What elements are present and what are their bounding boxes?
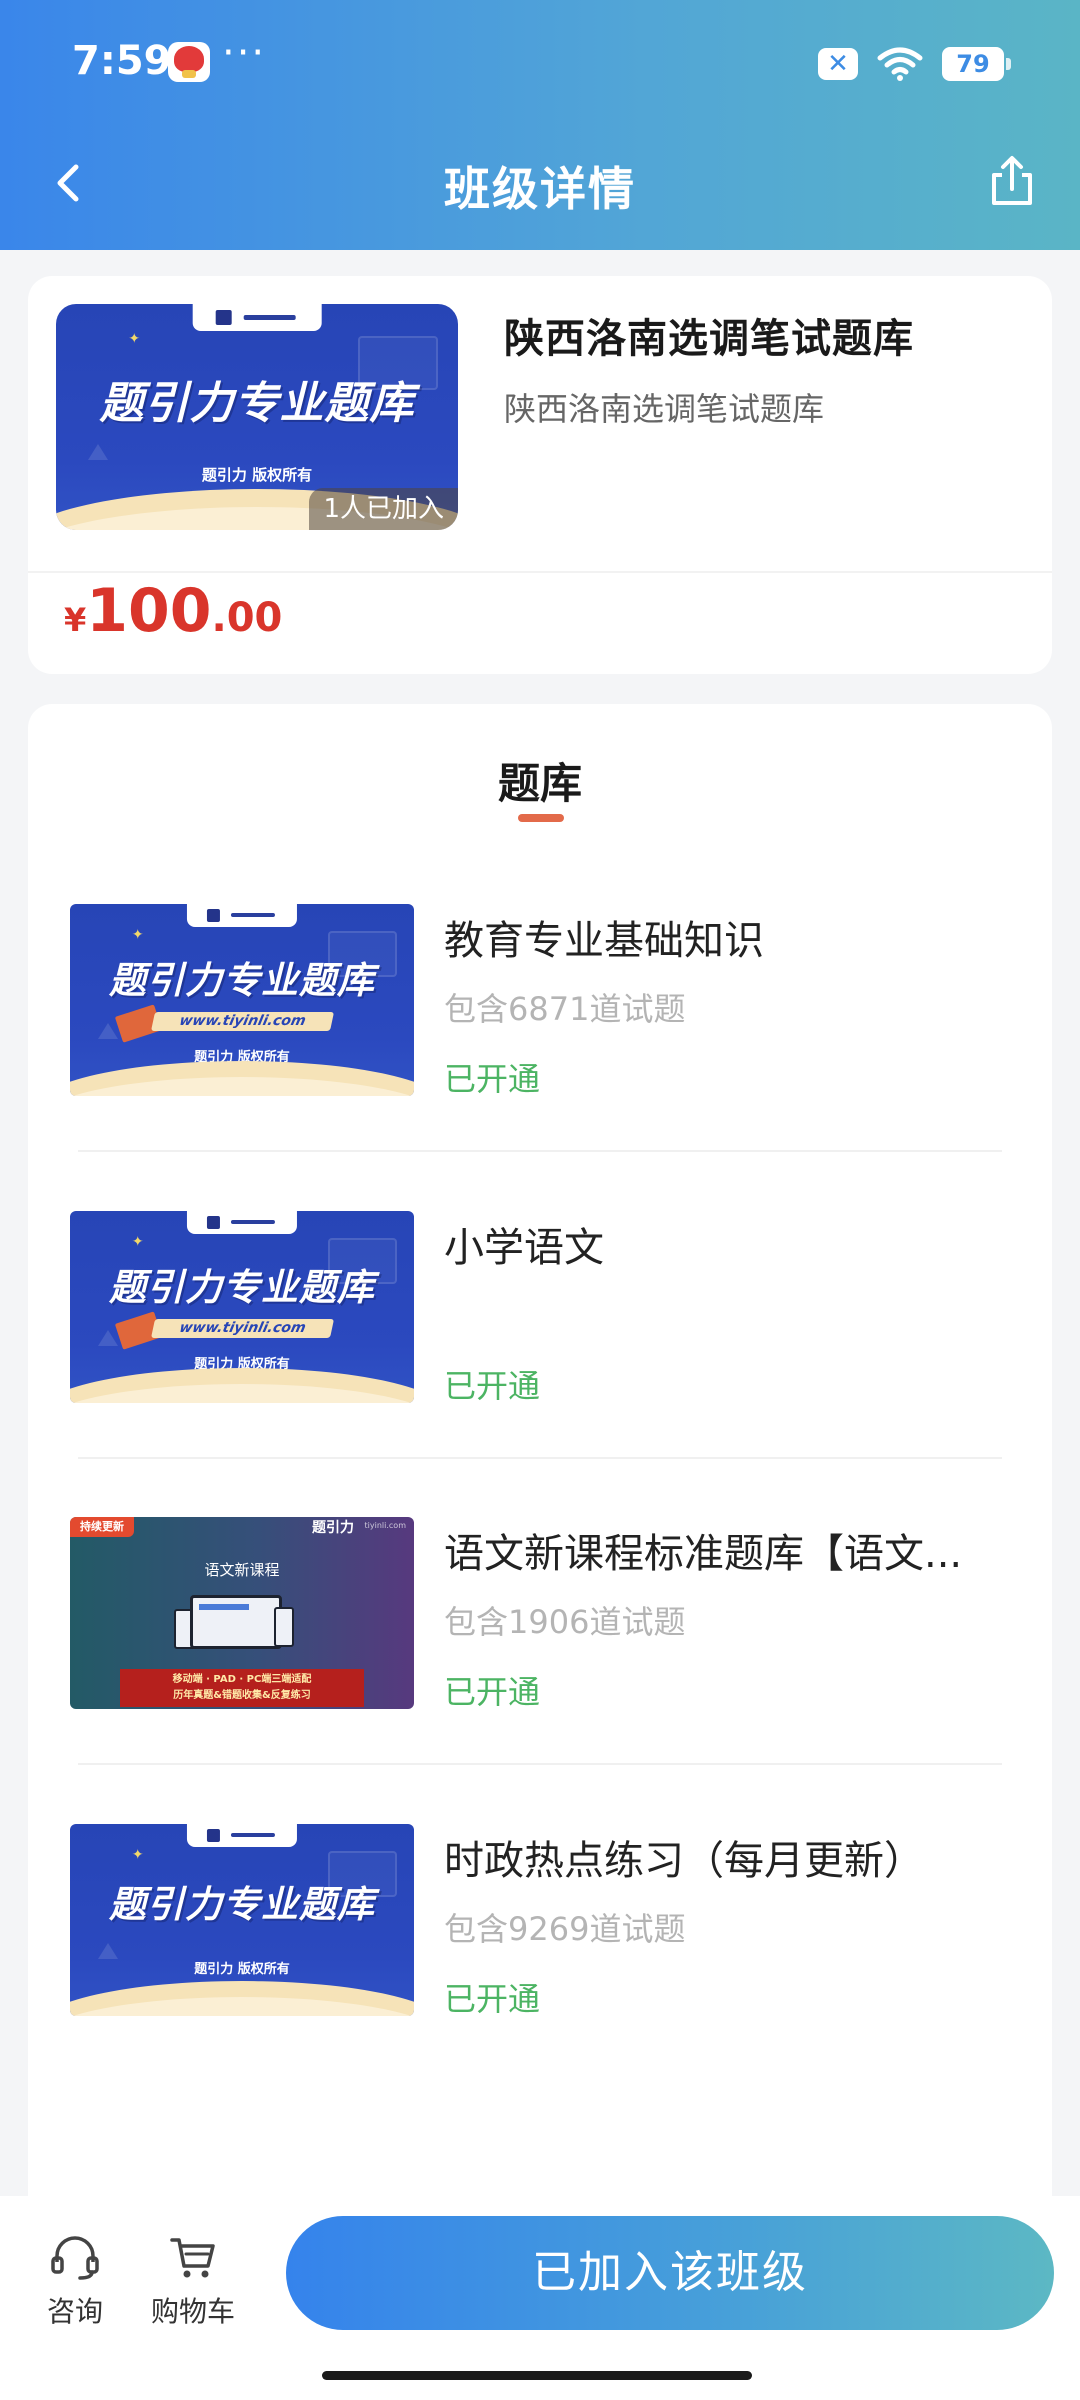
divider	[78, 1763, 1002, 1765]
bottom-action-bar: 咨询 购物车 已加入该班级	[0, 2196, 1080, 2400]
cart-button[interactable]: 购物车	[138, 2232, 248, 2330]
bank-cover-image: ✦ 题引力专业题库 www.tiyinli.com 题引力 版权所有	[70, 1211, 414, 1403]
cover-banner: 移动端 · PAD · PC端三端适配 历年真题&错题收集&反复练习	[120, 1669, 364, 1707]
joined-class-button[interactable]: 已加入该班级	[286, 2216, 1054, 2330]
divider	[78, 1150, 1002, 1152]
bank-name: 语文新课程标准题库【语文...	[444, 1531, 963, 1577]
bank-status: 已开通	[444, 1367, 541, 1405]
class-subtitle: 陕西洛南选调笔试题库	[504, 390, 825, 428]
app-notification-icon	[168, 42, 210, 82]
bank-status: 已开通	[444, 1060, 541, 1098]
cover-url: www.tiyinli.com	[150, 1011, 334, 1031]
headset-icon	[51, 2236, 99, 2280]
class-cover-image: ✦ 题引力专业题库 题引力 版权所有 1人已加入	[56, 304, 458, 530]
cover-course: 语文新课程	[204, 1561, 280, 1579]
cover-headline: 题引力专业题库	[109, 960, 375, 1002]
status-icons: ✕ 79	[818, 44, 1011, 84]
bank-item[interactable]: 持续更新 tiyinli.com 题引力 语文新课程 移动端 · PAD · P…	[28, 1517, 1052, 1823]
cover-headline: 题引力专业题库	[109, 1267, 375, 1309]
price: ¥100.00	[64, 576, 282, 646]
cover-tag: 持续更新	[70, 1517, 134, 1537]
header: 7:59 ··· ✕ 79 班级详情	[0, 0, 1080, 250]
status-time: 7:59	[72, 38, 172, 84]
class-title: 陕西洛南选调笔试题库	[504, 316, 914, 362]
bank-name: 小学语文	[444, 1225, 604, 1271]
more-notifications-icon: ···	[222, 30, 267, 76]
wifi-icon	[877, 47, 923, 81]
section-underline	[518, 814, 564, 822]
cart-icon	[170, 2238, 215, 2278]
bank-status: 已开通	[444, 1673, 541, 1711]
bank-name: 教育专业基础知识	[444, 918, 764, 964]
bank-item[interactable]: ✦ 题引力专业题库 www.tiyinli.com 题引力 版权所有 小学语文 …	[28, 1211, 1052, 1517]
bank-name: 时政热点练习（每月更新）	[444, 1838, 924, 1884]
bank-question-count: 包含9269道试题	[444, 1910, 686, 1948]
home-indicator[interactable]	[322, 2371, 752, 2380]
price-currency: ¥	[64, 601, 87, 639]
nav-bar: 班级详情	[0, 125, 1080, 245]
cover-site: tiyinli.com	[364, 1521, 406, 1530]
bank-question-count: 包含1906道试题	[444, 1603, 686, 1641]
consult-button[interactable]: 咨询	[20, 2232, 130, 2330]
joined-count-badge: 1人已加入	[309, 488, 458, 530]
price-decimal: .00	[211, 595, 283, 641]
bank-cover-image: ✦ 题引力专业题库 www.tiyinli.com 题引力 版权所有	[70, 904, 414, 1096]
price-integer: 100	[86, 576, 212, 646]
divider	[28, 571, 1052, 573]
section-title: 题库	[497, 759, 582, 808]
cart-label: 购物车	[150, 2295, 235, 2328]
status-bar: 7:59 ··· ✕ 79	[0, 0, 1080, 125]
consult-label: 咨询	[46, 2295, 103, 2328]
bank-cover-image: ✦ 题引力专业题库 题引力 版权所有	[70, 1824, 414, 2016]
question-bank-section: 题库 ✦ 题引力专业题库 www.tiyinli.com 题引力 版权所有 教育…	[28, 704, 1052, 2204]
cover-headline: 题引力专业题库	[109, 1883, 375, 1925]
battery-icon: 79	[942, 47, 1011, 81]
bank-item[interactable]: ✦ 题引力专业题库 题引力 版权所有 时政热点练习（每月更新） 包含9269道试…	[28, 1824, 1052, 2130]
network-off-icon: ✕	[818, 48, 858, 80]
bank-item[interactable]: ✦ 题引力专业题库 www.tiyinli.com 题引力 版权所有 教育专业基…	[28, 904, 1052, 1210]
bank-status: 已开通	[444, 1980, 541, 2018]
cover-url: www.tiyinli.com	[150, 1318, 334, 1338]
class-card: ✦ 题引力专业题库 题引力 版权所有 1人已加入 陕西洛南选调笔试题库 陕西洛南…	[28, 276, 1052, 674]
bank-question-count: 包含6871道试题	[444, 990, 686, 1028]
cover-copyright: 题引力 版权所有	[194, 1962, 290, 1978]
page-title: 班级详情	[444, 162, 636, 216]
divider	[78, 1457, 1002, 1459]
cover-copyright: 题引力 版权所有	[201, 466, 313, 485]
cover-logo: 题引力	[312, 1520, 354, 1536]
share-icon[interactable]	[982, 151, 1042, 211]
cover-headline: 题引力专业题库	[99, 379, 415, 429]
bank-cover-image: 持续更新 tiyinli.com 题引力 语文新课程 移动端 · PAD · P…	[70, 1517, 414, 1709]
